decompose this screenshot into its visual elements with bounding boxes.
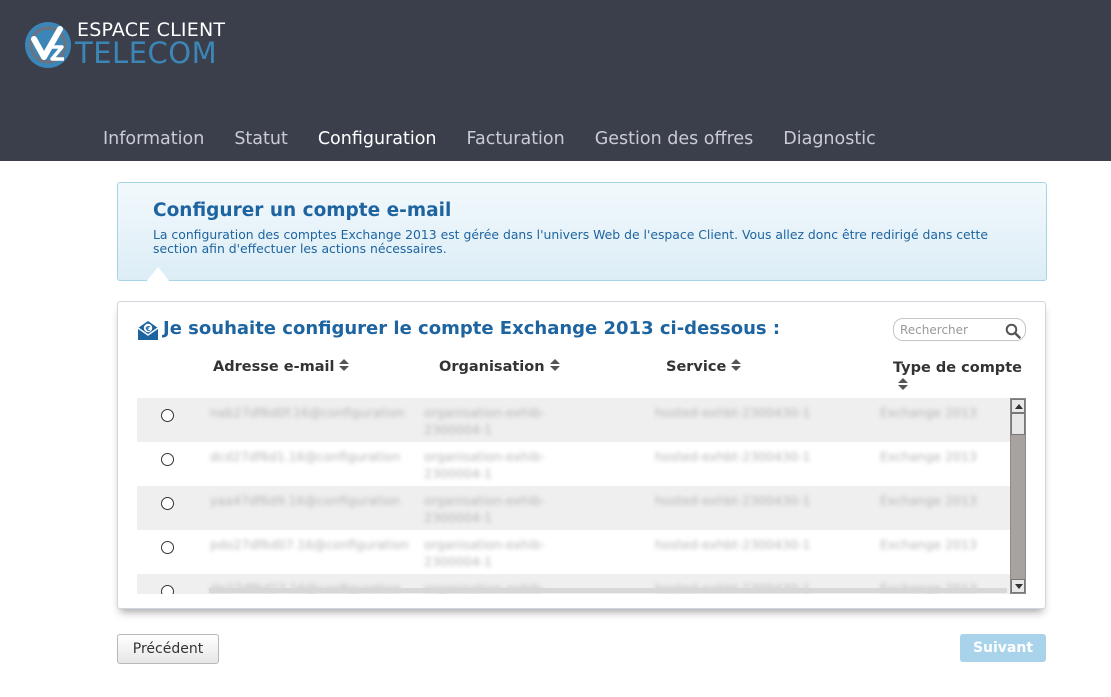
column-header-email[interactable]: Adresse e-mail (213, 359, 350, 375)
column-header-email-label: Adresse e-mail (213, 359, 335, 375)
nav-item-configuration[interactable]: Configuration (318, 129, 437, 155)
row-radio-button[interactable] (161, 585, 174, 594)
column-header-organisation-label: Organisation (439, 359, 545, 375)
info-text: La configuration des comptes Exchange 20… (153, 227, 989, 256)
table-row[interactable]: dcd27df6d1.16@configuration organisation… (137, 442, 1010, 486)
main-nav: Information Statut Configuration Factura… (103, 129, 906, 155)
cell-email: yaa47df6d9.16@configuration (210, 493, 401, 508)
vertical-scrollbar[interactable] (1010, 398, 1026, 594)
column-header-type-label: Type de compte (893, 360, 1022, 376)
search-box (893, 318, 1026, 341)
cell-type: Exchange 2013 (880, 449, 977, 464)
cell-email: dcd27df6d1.16@configuration (210, 449, 401, 464)
cell-service: hosted-exhbt-2300430-1 (655, 493, 811, 508)
table-row[interactable]: pdo27df6d07.16@configuration organisatio… (137, 530, 1010, 574)
cell-type: Exchange 2013 (880, 537, 977, 552)
nav-item-information[interactable]: Information (103, 129, 204, 155)
row-radio-button[interactable] (161, 409, 174, 422)
cell-service: hosted-exhbt-2300430-1 (655, 537, 811, 552)
account-selection-panel: € Je souhaite configurer le compte Excha… (117, 301, 1046, 609)
info-title: Configurer un compte e-mail (153, 200, 452, 221)
scroll-down-arrow-icon[interactable] (1011, 579, 1025, 593)
sort-icon[interactable] (549, 359, 560, 371)
column-header-service-label: Service (666, 359, 727, 375)
info-box-pointer (146, 267, 170, 282)
horizontal-scrollbar[interactable] (209, 588, 1007, 593)
nav-item-statut[interactable]: Statut (234, 129, 288, 155)
nav-item-diagnostic[interactable]: Diagnostic (783, 129, 875, 155)
row-radio-button[interactable] (161, 541, 174, 554)
cell-service: hosted-exhbt-2300430-1 (655, 449, 811, 464)
search-icon[interactable] (1005, 323, 1021, 339)
previous-button[interactable]: Précédent (117, 634, 219, 664)
sort-icon[interactable] (339, 359, 350, 371)
logo-mark-icon (25, 22, 71, 68)
cell-service: hosted-exhbt-2300430-1 (655, 405, 811, 420)
cell-email: nab27df6d0f.16@configuration (210, 405, 405, 420)
sort-icon[interactable] (898, 378, 908, 390)
cell-organisation: organisation-exhib- 2300004-1 (424, 405, 545, 437)
svg-text:€: € (145, 325, 151, 333)
next-button[interactable]: Suivant (960, 634, 1046, 662)
cell-organisation: organisation-exhib- 2300004-1 (424, 493, 545, 525)
panel-title: Je souhaite configurer le compte Exchang… (163, 318, 781, 339)
table-row[interactable]: nab27df6d0f.16@configuration organisatio… (137, 398, 1010, 442)
cell-type: Exchange 2013 (880, 493, 977, 508)
column-header-organisation[interactable]: Organisation (439, 359, 560, 375)
header: ESPACE CLIENT TELECOM Information Statut… (0, 0, 1111, 161)
column-header-type[interactable]: Type de compte (893, 359, 1022, 395)
info-box: Configurer un compte e-mail La configura… (117, 182, 1047, 282)
nav-item-facturation[interactable]: Facturation (467, 129, 565, 155)
row-radio-button[interactable] (161, 453, 174, 466)
logo[interactable]: ESPACE CLIENT TELECOM (22, 17, 225, 73)
sort-icon[interactable] (731, 359, 742, 371)
cell-organisation: organisation-exhib- 2300004-1 (424, 449, 545, 481)
nav-item-gestion-des-offres[interactable]: Gestion des offres (595, 129, 754, 155)
cell-organisation: organisation-exhib- 2300004-1 (424, 537, 545, 569)
scrollbar-thumb[interactable] (1011, 413, 1025, 435)
column-header-service[interactable]: Service (666, 359, 742, 375)
table-row[interactable]: yaa47df6d9.16@configuration organisation… (137, 486, 1010, 530)
row-radio-button[interactable] (161, 497, 174, 510)
cell-type: Exchange 2013 (880, 405, 977, 420)
scroll-up-arrow-icon[interactable] (1011, 399, 1025, 413)
search-input[interactable] (900, 322, 1000, 338)
accounts-table: nab27df6d0f.16@configuration organisatio… (137, 398, 1027, 594)
envelope-euro-icon: € (137, 321, 159, 340)
cell-email: pdo27df6d07.16@configuration (210, 537, 409, 552)
logo-text-line2: TELECOM (75, 36, 218, 70)
